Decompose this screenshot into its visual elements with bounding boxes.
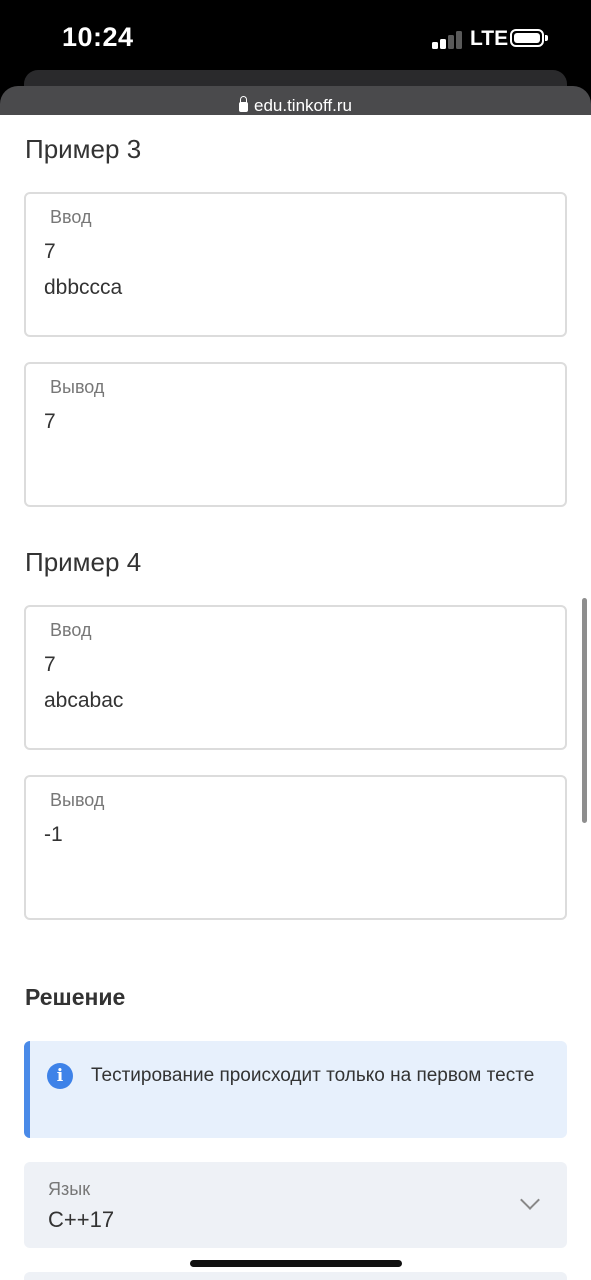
solution-title: Решение xyxy=(25,984,126,1010)
address-bar[interactable]: edu.tinkoff.ru xyxy=(0,86,591,116)
language-select[interactable]: Язык C++17 xyxy=(24,1162,567,1248)
language-value: C++17 xyxy=(48,1207,115,1232)
input-label: Ввод xyxy=(50,620,92,640)
input-value: 7 dbbccca xyxy=(44,240,123,299)
example-3-output-box: Вывод 7 xyxy=(24,362,567,507)
info-text: Тестирование происходит только на первом… xyxy=(91,1065,535,1086)
info-accent-stripe xyxy=(24,1041,30,1138)
battery-icon xyxy=(510,29,548,47)
signal-strength-icon xyxy=(432,31,464,49)
status-time: 10:24 xyxy=(62,22,134,52)
output-value: 7 xyxy=(44,410,56,433)
url-text: edu.tinkoff.ru xyxy=(254,96,352,115)
page-content: Пример 3 Ввод 7 dbbccca Вывод 7 Пример 4… xyxy=(0,115,591,1280)
info-icon: i xyxy=(47,1063,73,1089)
output-value: -1 xyxy=(44,823,63,846)
language-label: Язык xyxy=(48,1179,91,1199)
input-label: Ввод xyxy=(50,207,92,227)
lock-icon xyxy=(239,96,248,112)
chevron-down-icon xyxy=(520,1190,540,1210)
input-value: 7 abcabac xyxy=(44,653,124,712)
info-alert: i Тестирование происходит только на перв… xyxy=(24,1041,567,1138)
example-3-title: Пример 3 xyxy=(25,134,142,164)
output-label: Вывод xyxy=(50,790,105,810)
output-label: Вывод xyxy=(50,377,105,397)
home-indicator[interactable] xyxy=(190,1260,402,1267)
code-editor-block[interactable] xyxy=(24,1272,567,1280)
scrollbar[interactable] xyxy=(582,598,587,823)
example-4-title: Пример 4 xyxy=(25,547,142,577)
example-3-input-box: Ввод 7 dbbccca xyxy=(24,192,567,337)
network-type: LTE xyxy=(470,27,509,50)
url-display[interactable]: edu.tinkoff.ru xyxy=(0,96,591,116)
example-4-output-box: Вывод -1 xyxy=(24,775,567,920)
status-bar: 10:24 LTE xyxy=(0,0,591,80)
example-4-input-box: Ввод 7 abcabac xyxy=(24,605,567,750)
